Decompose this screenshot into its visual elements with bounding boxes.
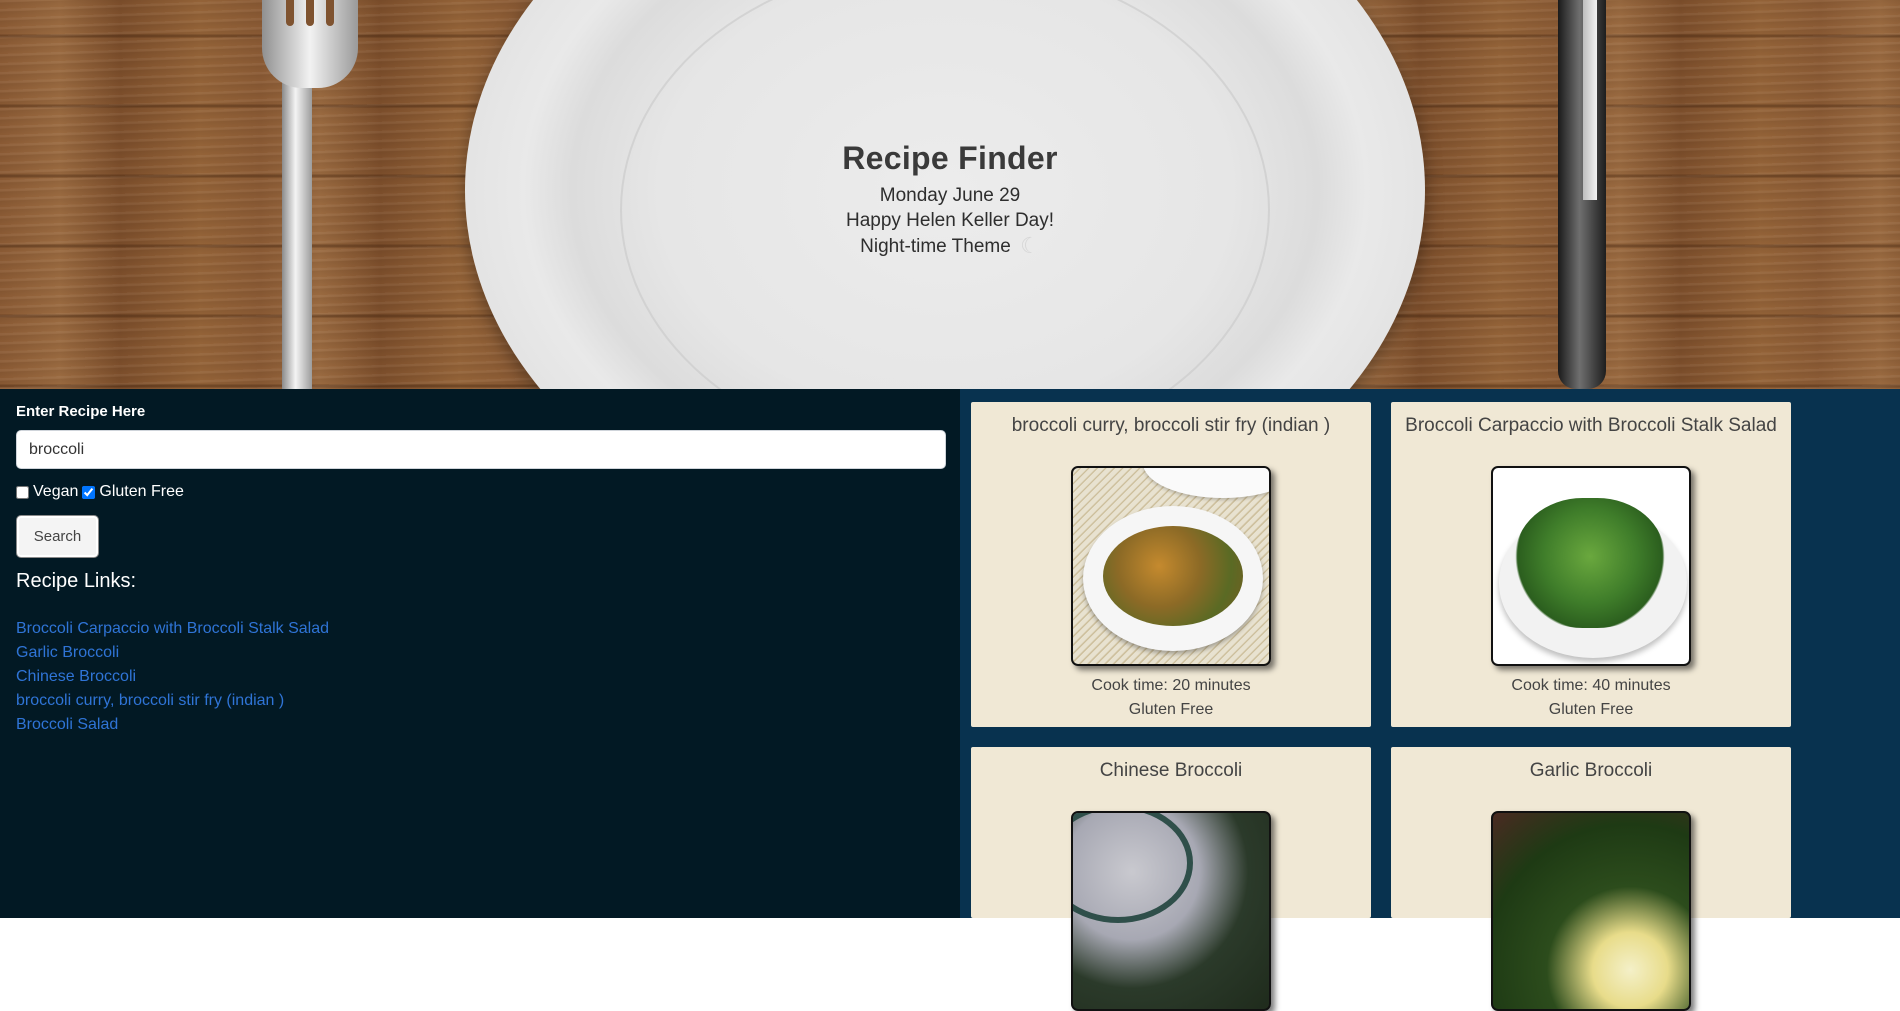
recipe-card[interactable]: Broccoli Carpaccio with Broccoli Stalk S… (1391, 402, 1791, 727)
recipe-link[interactable]: Garlic Broccoli (16, 644, 119, 661)
recipe-link[interactable]: Broccoli Salad (16, 716, 118, 733)
cook-time: Cook time: 40 minutes (1511, 677, 1671, 694)
list-item: Chinese Broccoli (16, 665, 944, 689)
vegan-checkbox[interactable] (16, 485, 29, 499)
list-item: broccoli curry, broccoli stir fry (india… (16, 689, 944, 713)
recipe-link[interactable]: Chinese Broccoli (16, 668, 136, 685)
holiday-greeting: Happy Helen Keller Day! (845, 210, 1055, 231)
search-label: Enter Recipe Here (16, 403, 146, 420)
vegan-label: Vegan (33, 483, 79, 500)
recipe-search-input[interactable] (16, 430, 946, 469)
recipe-card-title: Garlic Broccoli (1529, 760, 1653, 781)
gluten-free-label: Gluten Free (99, 483, 184, 500)
search-button[interactable]: Search (16, 515, 99, 558)
recipe-link[interactable]: broccoli curry, broccoli stir fry (india… (16, 692, 284, 709)
cook-time: Cook time: 20 minutes (1091, 677, 1251, 694)
recipe-links-list: Broccoli Carpaccio with Broccoli Stalk S… (16, 617, 944, 737)
recipe-links-heading: Recipe Links: (16, 570, 137, 592)
date-text: Monday June 29 (879, 185, 1021, 206)
recipe-image[interactable] (1071, 466, 1271, 666)
recipe-link[interactable]: Broccoli Carpaccio with Broccoli Stalk S… (16, 620, 329, 637)
recipe-card-title: Broccoli Carpaccio with Broccoli Stalk S… (1405, 415, 1777, 436)
search-panel: Enter Recipe Here Vegan Gluten Free Sear… (0, 389, 960, 918)
recipe-card[interactable]: broccoli curry, broccoli stir fry (india… (971, 402, 1371, 727)
recipe-card-title: broccoli curry, broccoli stir fry (india… (1011, 415, 1331, 436)
diet-filters: Vegan Gluten Free (16, 483, 944, 501)
gluten-free-checkbox[interactable] (82, 485, 96, 499)
theme-toggle[interactable]: Night-time Theme ☾ (0, 233, 1900, 259)
list-item: Broccoli Salad (16, 713, 944, 737)
list-item: Garlic Broccoli (16, 641, 944, 665)
hero-text: Recipe Finder Monday June 29 Happy Helen… (0, 140, 1900, 259)
hero-banner: Recipe Finder Monday June 29 Happy Helen… (0, 0, 1900, 389)
moon-icon[interactable]: ☾ (1020, 233, 1040, 258)
diet-tag: Gluten Free (1128, 701, 1214, 718)
fork-icon (262, 0, 358, 88)
results-panel: broccoli curry, broccoli stir fry (india… (960, 389, 1900, 1011)
page-title: Recipe Finder (842, 140, 1058, 176)
list-item: Broccoli Carpaccio with Broccoli Stalk S… (16, 617, 944, 641)
recipe-card[interactable]: Chinese Broccoli (971, 747, 1371, 1011)
diet-tag: Gluten Free (1548, 701, 1634, 718)
theme-toggle-label: Night-time Theme (860, 236, 1011, 257)
recipe-image[interactable] (1491, 811, 1691, 1011)
recipe-card-title: Chinese Broccoli (1099, 760, 1243, 781)
recipe-image[interactable] (1071, 811, 1271, 1011)
recipe-card[interactable]: Garlic Broccoli (1391, 747, 1791, 1011)
recipe-image[interactable] (1491, 466, 1691, 666)
